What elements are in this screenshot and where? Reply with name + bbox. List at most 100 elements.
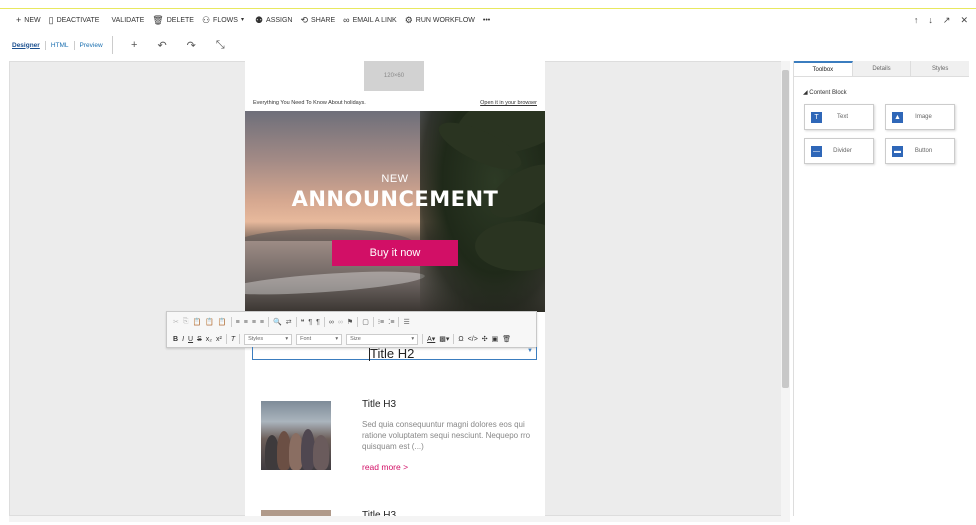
read-more-link[interactable]: read more >: [362, 462, 408, 472]
open-in-browser-link[interactable]: Open it in your browser: [480, 100, 537, 106]
workflow-icon: ⚙: [404, 14, 413, 25]
unlink-icon[interactable]: ∞: [338, 319, 343, 326]
block-handle-icon[interactable]: ▼: [527, 348, 533, 354]
run-workflow-button[interactable]: ⚙ RUN WORKFLOW: [404, 14, 475, 25]
subscript-icon[interactable]: x₂: [206, 336, 212, 343]
top-accent-line: [0, 8, 976, 9]
logo-placeholder[interactable]: 120×60: [364, 61, 424, 91]
flows-button[interactable]: ⚇ FLOWS ▾: [201, 14, 247, 25]
bold-icon[interactable]: B: [173, 336, 178, 343]
tab-details[interactable]: Details: [852, 61, 912, 76]
share-icon: ⟲: [300, 14, 309, 25]
paste-text-icon[interactable]: 📋: [205, 318, 214, 326]
fullscreen-icon[interactable]: ⤡: [216, 39, 225, 52]
anchor-icon[interactable]: ⚑: [347, 318, 353, 326]
text-color-icon[interactable]: A▾: [427, 335, 435, 343]
tab-preview[interactable]: Preview: [75, 41, 108, 50]
horizontal-rule-icon[interactable]: ☰: [403, 318, 409, 326]
font-dropdown[interactable]: Font ▾: [296, 333, 343, 345]
chevron-down-icon: ▾: [335, 336, 339, 342]
window-controls: ↑ ↓ ↗ ✕: [914, 10, 968, 30]
plus-icon: +: [16, 14, 22, 25]
tab-designer[interactable]: Designer: [7, 40, 46, 50]
find-icon[interactable]: 🔍: [273, 318, 282, 326]
article-image[interactable]: [261, 401, 331, 470]
redo-icon[interactable]: ↷: [187, 39, 196, 52]
arrow-up-icon[interactable]: ↑: [914, 15, 919, 25]
size-dropdown[interactable]: Size ▾: [346, 333, 419, 345]
placeholder-icon[interactable]: ✣: [482, 335, 488, 343]
source-icon[interactable]: ▢: [362, 318, 369, 326]
share-button[interactable]: ⟲ SHARE: [300, 14, 335, 25]
flows-icon: ⚇: [201, 14, 211, 25]
blockquote-icon[interactable]: ❝: [301, 318, 305, 326]
underline-icon[interactable]: U: [188, 336, 193, 343]
styles-dropdown[interactable]: Styles ▾: [244, 333, 293, 345]
collapse-icon: ◢: [803, 90, 808, 96]
close-icon[interactable]: ✕: [960, 15, 968, 26]
article-body[interactable]: Sed quia consequuntur magni dolores eos …: [362, 419, 537, 452]
delete-block-icon[interactable]: 🗑: [502, 335, 511, 343]
article-title[interactable]: Title H3: [362, 399, 396, 410]
hero-subtitle[interactable]: NEW: [245, 173, 545, 185]
text-tool[interactable]: T Text: [804, 104, 874, 130]
align-left-icon[interactable]: ≡: [236, 319, 240, 326]
numbered-list-icon[interactable]: ⁝≡: [378, 318, 384, 326]
add-icon[interactable]: +: [131, 39, 137, 51]
button-tool[interactable]: ▬ Button: [885, 138, 955, 164]
toolbox-panel: Toolbox Details Styles ◢ Content Block T…: [793, 61, 970, 516]
new-button[interactable]: + NEW: [16, 14, 41, 25]
paste-icon[interactable]: 📋: [192, 318, 201, 326]
paste-word-icon[interactable]: 📋: [218, 318, 227, 326]
superscript-icon[interactable]: x²: [216, 336, 222, 343]
special-char-icon[interactable]: Ω: [458, 336, 463, 343]
more-button[interactable]: •••: [483, 17, 490, 24]
arrow-down-icon[interactable]: ↓: [928, 15, 933, 25]
canvas-scrollbar-thumb[interactable]: [782, 70, 789, 388]
designer-tools: + ↶ ↷ ⤡: [112, 36, 225, 54]
trash-icon: 🗑: [152, 14, 164, 25]
align-center-icon[interactable]: ≡: [244, 319, 248, 326]
button-icon: ▬: [892, 145, 903, 157]
email-link-button[interactable]: ∞ EMAIL A LINK: [343, 14, 397, 25]
undo-icon[interactable]: ↶: [157, 39, 166, 52]
title-h2[interactable]: Title H2: [370, 346, 414, 361]
hero-title[interactable]: ANNOUNCEMENT: [245, 187, 545, 211]
image-icon: ▲: [892, 111, 903, 123]
command-bar: + NEW ▯ DEACTIVATE VALIDATE 🗑 DELETE ⚇ FLOWS…: [0, 10, 976, 30]
validate-button[interactable]: VALIDATE: [111, 17, 144, 24]
replace-icon[interactable]: ⇄: [286, 318, 292, 326]
popout-icon[interactable]: ↗: [943, 15, 951, 26]
preheader-text[interactable]: Everything You Need To Know About holida…: [253, 100, 366, 106]
link-icon: ∞: [343, 14, 350, 25]
code-icon[interactable]: </>: [468, 336, 478, 343]
image-tool[interactable]: ▲ Image: [885, 104, 955, 130]
align-right-icon[interactable]: ≡: [252, 319, 256, 326]
horizontal-scrollbar[interactable]: [9, 516, 790, 522]
chevron-down-icon: ▾: [285, 336, 289, 342]
ltr-icon[interactable]: ¶: [308, 319, 312, 326]
italic-icon[interactable]: I: [182, 336, 184, 343]
assign-button[interactable]: ⚉ ASSIGN: [255, 15, 293, 25]
cut-icon[interactable]: ✂: [173, 318, 179, 326]
bulleted-list-icon[interactable]: ⁚≡: [388, 318, 394, 326]
rtl-icon[interactable]: ¶: [316, 319, 320, 326]
tab-html[interactable]: HTML: [46, 40, 75, 50]
deactivate-button[interactable]: ▯ DEACTIVATE: [49, 15, 100, 25]
clear-format-icon[interactable]: T: [231, 336, 235, 343]
maximize-icon[interactable]: ▣: [492, 335, 499, 343]
hero-image[interactable]: NEW ANNOUNCEMENT Buy it now: [245, 111, 545, 312]
justify-icon[interactable]: ≡: [260, 319, 264, 326]
content-block-header[interactable]: ◢ Content Block: [803, 89, 847, 96]
divider-icon: —: [811, 145, 822, 157]
next-article-title[interactable]: Title H3: [362, 509, 396, 516]
tab-toolbox[interactable]: Toolbox: [794, 61, 853, 76]
tab-styles[interactable]: Styles: [911, 61, 970, 76]
buy-now-button[interactable]: Buy it now: [332, 240, 458, 266]
strikethrough-icon[interactable]: S: [197, 336, 202, 343]
copy-icon[interactable]: ⎘: [183, 318, 189, 326]
delete-button[interactable]: 🗑 DELETE: [152, 14, 194, 25]
link-icon[interactable]: ∞: [329, 319, 334, 326]
divider-tool[interactable]: — Divider: [804, 138, 874, 164]
bg-color-icon[interactable]: ▩▾: [439, 335, 449, 343]
